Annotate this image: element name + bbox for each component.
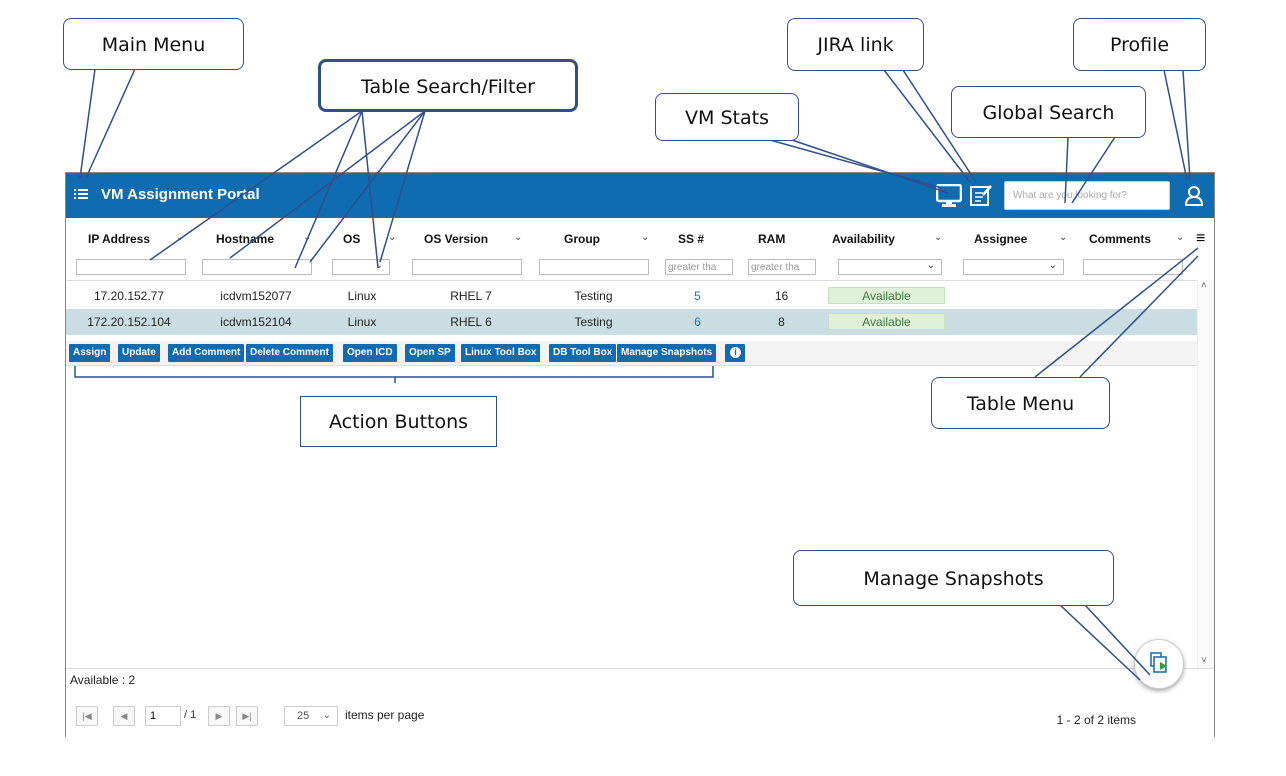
table-row[interactable]: 17.20.152.77 icdvm152077 Linux RHEL 7 Te… (66, 283, 1199, 309)
col-assignee[interactable]: Assignee (974, 232, 1027, 246)
filter-ram[interactable] (748, 259, 816, 275)
filter-assignee-select[interactable]: ⌄ (963, 259, 1064, 275)
page-size-value: 25 (297, 710, 310, 722)
monitor-icon[interactable] (935, 183, 963, 213)
filter-group[interactable] (539, 259, 649, 275)
col-hostname[interactable]: Hostname (216, 232, 274, 246)
chevron-down-icon[interactable]: ⌄ (303, 232, 311, 243)
global-search-input[interactable] (1004, 181, 1170, 210)
cell-ip: 172.20.152.104 (87, 315, 171, 329)
callout-table-search: Table Search/Filter (318, 59, 578, 112)
col-os[interactable]: OS (343, 232, 360, 246)
chevron-down-icon[interactable]: ⌄ (176, 232, 184, 243)
snapshot-icon (1150, 652, 1167, 673)
page-total: / 1 (184, 709, 197, 721)
assign-button[interactable]: Assign (69, 344, 111, 362)
main-menu-icon[interactable] (74, 187, 88, 201)
info-button[interactable]: i (725, 344, 745, 362)
cell-os-version: RHEL 7 (450, 289, 492, 303)
next-page-icon[interactable]: ▶ (208, 706, 230, 726)
callout-global-search: Global Search (951, 86, 1146, 138)
chevron-down-icon[interactable]: ⌄ (1176, 232, 1184, 243)
delete-comment-button[interactable]: Delete Comment (246, 344, 333, 362)
top-bar: VM Assignment Portal (66, 173, 1214, 218)
callout-jira-link: JIRA link (787, 18, 924, 71)
page-number-input[interactable] (145, 706, 181, 726)
scroll-up-icon[interactable]: ˄ (1201, 280, 1207, 291)
cell-os: Linux (347, 315, 377, 329)
open-sp-button[interactable]: Open SP (405, 344, 455, 362)
filter-ip-address[interactable] (76, 259, 186, 275)
vm-portal-window: VM Assignment Portal IP Address ⌄ Hostna… (65, 172, 1215, 737)
cell-ip: 17.20.152.77 (93, 289, 165, 303)
prev-page-icon[interactable]: ◀ (113, 706, 135, 726)
cell-hostname: icdvm152104 (220, 315, 292, 329)
filter-comments[interactable] (1083, 259, 1183, 275)
col-ram[interactable]: RAM (758, 232, 785, 246)
cell-group: Testing (574, 315, 613, 329)
cell-ss-link[interactable]: 6 (680, 315, 715, 329)
callout-profile: Profile (1073, 18, 1206, 71)
callout-manage-snapshots: Manage Snapshots (793, 550, 1114, 606)
table-header: IP Address ⌄ Hostname ⌄ OS ⌄ OS Version … (66, 218, 1214, 281)
cell-group: Testing (574, 289, 613, 303)
manage-snapshots-fab[interactable] (1134, 639, 1184, 689)
col-os-version[interactable]: OS Version (424, 232, 488, 246)
chevron-down-icon[interactable]: ⌄ (1059, 232, 1067, 243)
cell-ss-link[interactable]: 5 (680, 289, 715, 303)
jira-note-icon[interactable] (970, 184, 992, 211)
table-footer: Available : 2 |◀ ◀ / 1 ▶ ▶| 25 ⌄ items p… (66, 668, 1214, 737)
app-title: VM Assignment Portal (101, 186, 260, 203)
vertical-scrollbar[interactable]: ˄ ˅ (1197, 280, 1214, 668)
last-page-icon[interactable]: ▶| (236, 706, 258, 726)
db-toolbox-button[interactable]: DB Tool Box (549, 344, 617, 362)
table-row[interactable]: 172.20.152.104 icdvm152104 Linux RHEL 6 … (66, 309, 1199, 335)
callout-vm-stats: VM Stats (655, 93, 799, 141)
update-button[interactable]: Update (118, 344, 160, 362)
cell-os: Linux (347, 289, 377, 303)
manage-snapshots-button[interactable]: Manage Snapshots (617, 344, 717, 362)
open-icd-button[interactable]: Open ICD (343, 344, 397, 362)
col-ip-address[interactable]: IP Address (88, 232, 150, 246)
cell-ram: 16 (774, 289, 789, 303)
chevron-down-icon[interactable]: ⌄ (641, 232, 649, 243)
cell-os-version: RHEL 6 (450, 315, 492, 329)
profile-icon[interactable] (1184, 185, 1204, 212)
callout-table-menu: Table Menu (931, 377, 1110, 429)
linux-toolbox-button[interactable]: Linux Tool Box (461, 344, 541, 362)
info-icon: i (730, 347, 741, 358)
items-per-page-label: items per page (345, 708, 425, 722)
chevron-down-icon[interactable]: ⌄ (514, 232, 522, 243)
page-size-select[interactable]: 25 ⌄ (284, 706, 338, 726)
col-availability[interactable]: Availability (832, 232, 895, 246)
action-buttons-bar: Assign Update Add Comment Delete Comment… (66, 341, 1199, 366)
filter-os-select[interactable]: ⌄ (332, 259, 390, 275)
page-summary: 1 - 2 of 2 items (1056, 713, 1136, 727)
callout-main-menu: Main Menu (63, 18, 244, 70)
scroll-down-icon[interactable]: ˅ (1201, 655, 1207, 666)
chevron-down-icon[interactable]: ⌄ (388, 232, 396, 243)
add-comment-button[interactable]: Add Comment (168, 344, 245, 362)
filter-ss-number[interactable] (665, 259, 733, 275)
chevron-down-icon: ⌄ (322, 710, 331, 721)
availability-badge: Available (828, 313, 945, 330)
chevron-down-icon[interactable]: ⌄ (934, 232, 942, 243)
available-count: Available : 2 (70, 673, 136, 687)
cell-hostname: icdvm152077 (220, 289, 292, 303)
col-ss-number[interactable]: SS # (678, 232, 704, 246)
first-page-icon[interactable]: |◀ (76, 706, 98, 726)
filter-hostname[interactable] (202, 259, 312, 275)
col-group[interactable]: Group (564, 232, 600, 246)
table-menu-icon[interactable]: ≡ (1196, 230, 1205, 248)
filter-availability-select[interactable]: ⌄ (838, 259, 942, 275)
callout-action-buttons: Action Buttons (300, 396, 497, 447)
availability-badge: Available (828, 287, 945, 304)
cell-ram: 8 (778, 315, 785, 329)
col-comments[interactable]: Comments (1089, 232, 1151, 246)
filter-os-version[interactable] (412, 259, 522, 275)
